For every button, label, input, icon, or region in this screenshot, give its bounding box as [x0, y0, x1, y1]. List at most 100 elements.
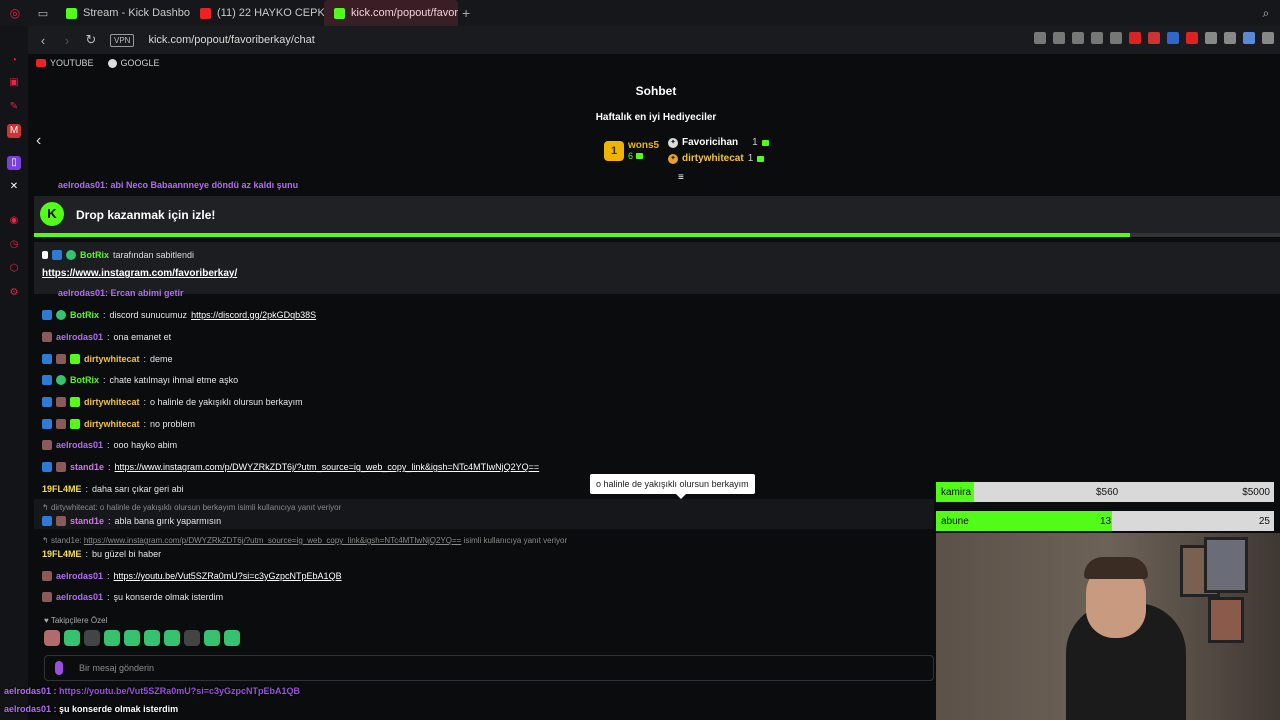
play-icon[interactable]: ◉ [7, 214, 21, 228]
emote[interactable] [124, 630, 140, 646]
mic-icon[interactable] [55, 661, 63, 675]
tab-kick-popout[interactable]: kick.com/popout/favoribe [324, 0, 458, 26]
username[interactable]: BotRix [70, 310, 99, 320]
pinned-link[interactable]: https://www.instagram.com/favoriberkay/ [42, 268, 237, 279]
pin-icon[interactable] [1034, 32, 1046, 44]
vpn-badge[interactable]: VPN [110, 33, 135, 47]
new-tab-button[interactable]: + [462, 5, 470, 21]
chat-message[interactable]: stand1e: abla bana gırık yaparmısın [42, 516, 221, 526]
back-icon[interactable]: ‹ [34, 33, 52, 48]
profile-icon[interactable] [1243, 32, 1255, 44]
emote[interactable] [204, 630, 220, 646]
emote[interactable] [164, 630, 180, 646]
chat-message[interactable]: aelrodas01: şu konserde olmak isterdim [42, 592, 223, 602]
top-gifter-3[interactable]: ✦ dirtywhitecat 1 [668, 153, 765, 164]
pinned-message[interactable]: BotRix tarafından sabitlendi https://www… [34, 242, 1280, 294]
mail-icon[interactable]: M [7, 124, 21, 138]
tab-youtube[interactable]: (11) 22 HAYKO CEPKİN - Y [190, 0, 324, 26]
bookmark-google[interactable]: GOOGLE [107, 58, 160, 68]
bell-icon[interactable]: ◔ [7, 54, 21, 68]
gifter-count: 1 [747, 153, 754, 164]
emote[interactable] [104, 630, 120, 646]
send-icon[interactable] [1091, 32, 1103, 44]
clock-icon[interactable]: ◷ [7, 238, 21, 252]
search-icon[interactable]: ⌕ [1258, 5, 1274, 21]
emote[interactable] [84, 630, 100, 646]
tab-label: Stream - Kick Dashboard [83, 7, 190, 19]
chat-message[interactable]: aelrodas01: ona emanet et [42, 332, 171, 342]
reply-reference[interactable]: ↰ dirtywhitecat: o halinle de yakışıklı … [42, 503, 341, 512]
sub-badge-icon [70, 354, 80, 364]
top-gifter-2[interactable]: ✦ Favoricihan 1 [668, 137, 769, 148]
pinned-by-user[interactable]: BotRix [80, 250, 109, 260]
extension-red-icon[interactable] [1148, 32, 1160, 44]
chat-message[interactable]: 19FL4ME: daha sarı çıkar geri abi [42, 484, 184, 494]
username[interactable]: aelrodas01 [56, 440, 103, 450]
browser-logo-icon[interactable]: ◎ [0, 6, 30, 20]
chat-message[interactable]: dirtywhitecat: deme [42, 354, 173, 364]
username[interactable]: BotRix [70, 375, 99, 385]
username[interactable]: aelrodas01 [56, 592, 103, 602]
forward-icon[interactable]: › [58, 33, 76, 48]
gear-icon[interactable]: ⚙ [7, 286, 21, 300]
emote[interactable] [144, 630, 160, 646]
goal-bar-abune: abune 13 25 [936, 511, 1274, 531]
emote[interactable] [184, 630, 200, 646]
translate-icon[interactable] [1167, 32, 1179, 44]
emote[interactable] [64, 630, 80, 646]
username[interactable]: 19FL4ME [42, 484, 82, 494]
top-gifter-1[interactable]: 1 wons5 6 [604, 140, 659, 161]
username[interactable]: dirtywhitecat [84, 354, 140, 364]
x-icon[interactable]: ✕ [7, 180, 21, 194]
username[interactable]: aelrodas01 [56, 571, 103, 581]
tab-kick-dashboard[interactable]: Stream - Kick Dashboard [56, 0, 190, 26]
game-icon[interactable] [1205, 32, 1217, 44]
chat-message[interactable]: BotRix: chate katılmayı ihmal etme aşko [42, 375, 238, 385]
youtube-icon [36, 59, 46, 67]
top-gifters-title: Haftalık en iyi Hediyeciler [595, 112, 717, 123]
chat-message[interactable]: dirtywhitecat: no problem [42, 419, 195, 429]
username[interactable]: stand1e [70, 462, 104, 472]
username[interactable]: aelrodas01 [56, 332, 103, 342]
message-text: aelrodas01: Ercan abimi getir [58, 288, 184, 298]
bookmark-youtube[interactable]: YOUTUBE [36, 58, 94, 68]
verified-badge-icon [56, 375, 66, 385]
username[interactable]: stand1e [70, 516, 104, 526]
heart-icon[interactable] [1110, 32, 1122, 44]
username[interactable]: 19FL4ME [42, 549, 82, 559]
screenshot-icon[interactable] [1053, 32, 1065, 44]
moderator-badge-icon [42, 354, 52, 364]
chat-message[interactable]: aelrodas01: ooo hayko abim [42, 440, 177, 450]
message-text: daha sarı çıkar geri abi [92, 484, 184, 494]
reply-reference[interactable]: ↰ stand1e: https://www.instagram.com/p/D… [42, 536, 567, 545]
collapse-icon[interactable]: ≡ [678, 172, 684, 183]
sub-badge-icon [70, 397, 80, 407]
reload-icon[interactable]: ↻ [82, 32, 100, 48]
drop-banner[interactable]: K Drop kazanmak için izle! [34, 196, 1280, 236]
tab-grid-icon[interactable]: ▭ [30, 7, 56, 20]
message-link[interactable]: https://www.instagram.com/p/DWYZRkZDT6j/… [115, 462, 540, 472]
download-icon[interactable] [1262, 32, 1274, 44]
overlay-user: aelrodas01 : [4, 704, 57, 714]
google-icon [107, 58, 117, 68]
twitch-icon[interactable]: ▯ [7, 156, 21, 170]
message-input[interactable]: Bir mesaj gönderin [44, 655, 934, 681]
chat-message[interactable]: 19FL4ME: bu güzel bi haber [42, 549, 161, 559]
url-field[interactable]: kick.com/popout/favoriberkay/chat [148, 34, 314, 46]
cube-icon[interactable]: ⬡ [7, 262, 21, 276]
adblock-icon[interactable] [1129, 32, 1141, 44]
chat-message[interactable]: stand1e: https://www.instagram.com/p/DWY… [42, 462, 539, 472]
emote[interactable] [44, 630, 60, 646]
ublock-icon[interactable] [1186, 32, 1198, 44]
chat-message[interactable]: BotRix: discord sunucumuz https://discor… [42, 310, 316, 320]
chat-message[interactable]: dirtywhitecat: o halinle de yakışıklı ol… [42, 397, 303, 407]
message-link[interactable]: https://discord.gg/2pkGDqb38S [191, 310, 316, 320]
message-link[interactable]: https://youtu.be/Vut5SZRa0mU?si=c3yGzpcN… [114, 571, 342, 581]
chat-message[interactable]: aelrodas01: https://youtu.be/Vut5SZRa0mU… [42, 571, 342, 581]
username[interactable]: dirtywhitecat [84, 397, 140, 407]
chevron-left-icon[interactable]: ‹ [36, 132, 41, 150]
username[interactable]: dirtywhitecat [84, 419, 140, 429]
emote[interactable] [224, 630, 240, 646]
shield-icon[interactable] [1072, 32, 1084, 44]
puzzle-icon[interactable] [1224, 32, 1236, 44]
